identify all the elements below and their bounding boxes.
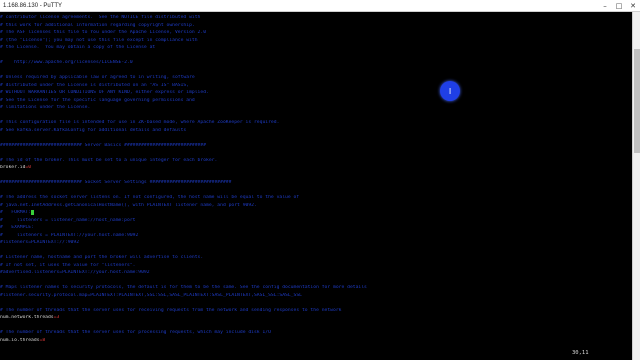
terminal-line: # EXAMPLE: — [0, 225, 632, 231]
terminal-line: ############################# Socket Ser… — [0, 180, 632, 186]
terminal-line: # See kafka.server.KafkaConfig for addit… — [0, 128, 632, 134]
comment-text: # This configuration file is intended fo… — [0, 120, 280, 125]
terminal-line: # Maps listener names to security protoc… — [0, 285, 632, 291]
close-button[interactable]: ✕ — [626, 0, 640, 12]
comment-text: # FORMAT: — [0, 210, 32, 215]
comment-text: # listeners = listener_name://host_name:… — [0, 217, 136, 223]
text-cursor — [31, 210, 34, 215]
terminal-line: # limitations under the License. — [0, 105, 632, 111]
terminal-line: # (the "License"); you may not use this … — [0, 38, 632, 44]
terminal-line: # Listener name, hostname and port the b… — [0, 255, 632, 261]
cursor-position: 30,11 — [572, 350, 589, 356]
terminal-line: # java.net.InetAddress.getCanonicalHostN… — [0, 203, 632, 209]
terminal-line: # this work for additional information r… — [0, 23, 632, 29]
terminal-line: # distributed under the License is distr… — [0, 83, 632, 89]
terminal-line: # http://www.apache.org/licenses/LICENSE… — [0, 60, 632, 66]
comment-text: # (the "License"); you may not use this … — [0, 37, 198, 43]
comment-text: # limitations under the License. — [0, 105, 91, 110]
comment-text: # java.net.InetAddress.getCanonicalHostN… — [0, 202, 257, 208]
terminal-line: #listeners=PLAINTEXT://:9092 — [0, 240, 632, 246]
window-titlebar[interactable]: 1.168.86.130 - PuTTY – □ ✕ — [0, 0, 640, 12]
comment-text: # listeners = PLAINTEXT://your.host.name… — [0, 232, 139, 238]
comment-text: # Unless required by applicable law or a… — [0, 75, 195, 80]
config-key: num.io.threads — [0, 337, 40, 343]
maximize-button[interactable]: □ — [612, 0, 626, 12]
terminal-line: broker.id=0 — [0, 165, 632, 171]
comment-text: # The id of the broker. This must be set… — [0, 157, 218, 163]
comment-text: ############################# Server Bas… — [0, 142, 207, 148]
terminal-line: # FORMAT: — [0, 210, 632, 216]
terminal-line: num.network.threads=3 — [0, 315, 632, 321]
terminal-line: #listener.security.protocol.map=PLAINTEX… — [0, 293, 632, 299]
comment-text: # Maps listener names to security protoc… — [0, 285, 367, 290]
terminal-line: #advertised.listeners=PLAINTEXT://your.h… — [0, 270, 632, 276]
comment-text: #listeners=PLAINTEXT://:9092 — [0, 240, 80, 245]
terminal-line: # WITHOUT WARRANTIES OR CONDITIONS OF AN… — [0, 90, 632, 96]
comment-text: # The address the socket server listens … — [0, 195, 300, 200]
terminal-line: # The address the socket server listens … — [0, 195, 632, 201]
comment-text: # this work for additional information r… — [0, 22, 195, 28]
terminal-line: # the License. You may obtain a copy of … — [0, 45, 632, 51]
comment-text: # http://www.apache.org/licenses/LICENSE… — [0, 60, 133, 65]
comment-text: # Listener name, hostname and port the b… — [0, 255, 204, 260]
comment-text: # contributor license agreements. See th… — [0, 15, 201, 20]
text-cursor-icon: I — [448, 86, 452, 96]
window-controls: – □ ✕ — [598, 0, 640, 12]
terminal-line: num.io.threads=8 — [0, 338, 632, 344]
comment-text: # See the License for the specific langu… — [0, 97, 195, 103]
comment-text: # If not set, it uses the value for "lis… — [0, 262, 136, 268]
config-key: num.network.threads — [0, 315, 54, 320]
config-value: =8 — [39, 337, 46, 343]
terminal-line: # contributor license agreements. See th… — [0, 15, 632, 21]
config-key: broker.id — [0, 165, 26, 170]
terminal-line: # The id of the broker. This must be set… — [0, 158, 632, 164]
config-value: =0 — [25, 165, 32, 170]
comment-text: # The number of threads that the server … — [0, 307, 342, 313]
terminal-line: # See the License for the specific langu… — [0, 98, 632, 104]
comment-text: # The ASF licenses this file to You unde… — [0, 30, 207, 35]
terminal-line: # If not set, it uses the value for "lis… — [0, 263, 632, 269]
terminal-line: # The number of threads that the server … — [0, 308, 632, 314]
terminal-line: # listeners = listener_name://host_name:… — [0, 218, 632, 224]
terminal-area[interactable]: # contributor license agreements. See th… — [0, 12, 632, 360]
comment-text: ############################# Socket Ser… — [0, 180, 232, 185]
comment-text: # distributed under the License is distr… — [0, 82, 190, 88]
comment-text: # the License. You may obtain a copy of … — [0, 45, 156, 50]
comment-text: # See kafka.server.KafkaConfig for addit… — [0, 127, 187, 133]
terminal-line: # This configuration file is intended fo… — [0, 120, 632, 126]
terminal-line: # The number of threads that the server … — [0, 330, 632, 336]
terminal-line: # The ASF licenses this file to You unde… — [0, 30, 632, 36]
comment-text: # WITHOUT WARRANTIES OR CONDITIONS OF AN… — [0, 90, 209, 95]
click-indicator: I — [440, 81, 460, 101]
comment-text: # EXAMPLE: — [0, 225, 34, 230]
comment-text: # The number of threads that the server … — [0, 330, 271, 335]
window-title: 1.168.86.130 - PuTTY — [3, 2, 63, 9]
scrollbar-thumb[interactable] — [634, 48, 640, 153]
terminal-line: # listeners = PLAINTEXT://your.host.name… — [0, 233, 632, 239]
comment-text: #listener.security.protocol.map=PLAINTEX… — [0, 292, 302, 298]
config-value: =3 — [53, 315, 60, 320]
terminal-line: ############################# Server Bas… — [0, 143, 632, 149]
vertical-scrollbar[interactable] — [632, 12, 640, 360]
minimize-button[interactable]: – — [598, 0, 612, 12]
comment-text: #advertised.listeners=PLAINTEXT://your.h… — [0, 270, 150, 275]
terminal-line: # Unless required by applicable law or a… — [0, 75, 632, 81]
